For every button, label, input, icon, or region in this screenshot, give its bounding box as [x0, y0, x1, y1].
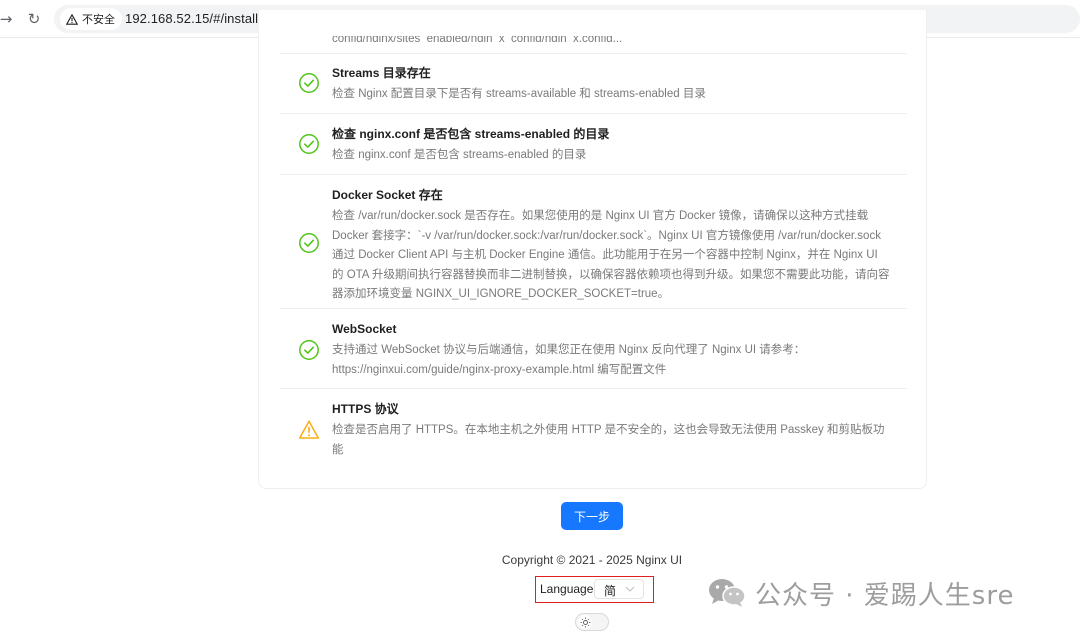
- check-item-description: 支持通过 WebSocket 协议与后端通信，如果您正在使用 Nginx 反向代…: [332, 344, 806, 376]
- language-value: 简: [604, 584, 617, 598]
- sun-icon: [578, 615, 592, 629]
- warning-icon: [298, 420, 320, 439]
- language-select[interactable]: 简: [594, 579, 644, 599]
- watermark: 公众号 · 爱踢人生sre: [707, 573, 1014, 613]
- cut-off-description: config/nginx/sites_enabled/ngin_x_config…: [332, 36, 623, 42]
- check-item-title: Streams 目录存在: [332, 66, 431, 80]
- check-item-title: WebSocket: [332, 322, 397, 336]
- theme-toggle[interactable]: [575, 613, 609, 631]
- check-item-description: 检查 Nginx 配置目录下是否有 streams-available 和 st…: [332, 88, 706, 100]
- check-item-https: HTTPS 协议 检查是否启用了 HTTPS。在本地主机之外使用 HTTP 是不…: [280, 389, 907, 469]
- copyright-text: Copyright © 2021 - 2025 Nginx UI: [501, 553, 683, 567]
- check-circle-icon: [299, 233, 319, 253]
- check-circle-icon: [299, 134, 319, 154]
- check-item-description: 检查 /var/run/docker.sock 是否存在。如果您使用的是 Ngi…: [332, 210, 890, 300]
- language-highlight-box: Language 简: [535, 576, 654, 603]
- check-circle-icon: [299, 73, 319, 93]
- check-item-docker-socket: Docker Socket 存在 检查 /var/run/docker.sock…: [280, 175, 907, 309]
- warning-triangle-icon: [66, 13, 78, 25]
- check-item-title: 检查 nginx.conf 是否包含 streams-enabled 的目录: [332, 127, 610, 141]
- wechat-icon: [709, 579, 746, 607]
- check-item-title: Docker Socket 存在: [332, 188, 443, 202]
- language-label: Language: [540, 582, 594, 596]
- watermark-text: 公众号 · 爱踢人生sre: [755, 580, 1015, 611]
- check-item-streams-dir: Streams 目录存在 检查 Nginx 配置目录下是否有 streams-a…: [280, 54, 907, 114]
- url-text[interactable]: 192.168.52.15/#/install: [125, 11, 258, 26]
- security-label: 不安全: [82, 14, 115, 26]
- reload-icon[interactable]: ↻: [24, 9, 44, 29]
- check-item-title: HTTPS 协议: [332, 402, 399, 416]
- check-item-websocket: WebSocket 支持通过 WebSocket 协议与后端通信，如果您正在使用…: [280, 309, 907, 389]
- check-item-nginx-conf: 检查 nginx.conf 是否包含 streams-enabled 的目录 检…: [280, 114, 907, 175]
- check-item-description: 检查 nginx.conf 是否包含 streams-enabled 的目录: [332, 149, 587, 161]
- forward-icon[interactable]: →: [0, 9, 16, 29]
- check-circle-icon: [299, 340, 319, 360]
- security-indicator[interactable]: 不安全: [60, 8, 122, 30]
- chevron-down-icon: [625, 586, 635, 592]
- environment-check-card: config/nginx/sites_enabled/ngin_x_config…: [258, 10, 927, 489]
- check-item-description: 检查是否启用了 HTTPS。在本地主机之外使用 HTTP 是不安全的，这也会导致…: [332, 424, 885, 456]
- next-step-button[interactable]: 下一步: [561, 502, 623, 530]
